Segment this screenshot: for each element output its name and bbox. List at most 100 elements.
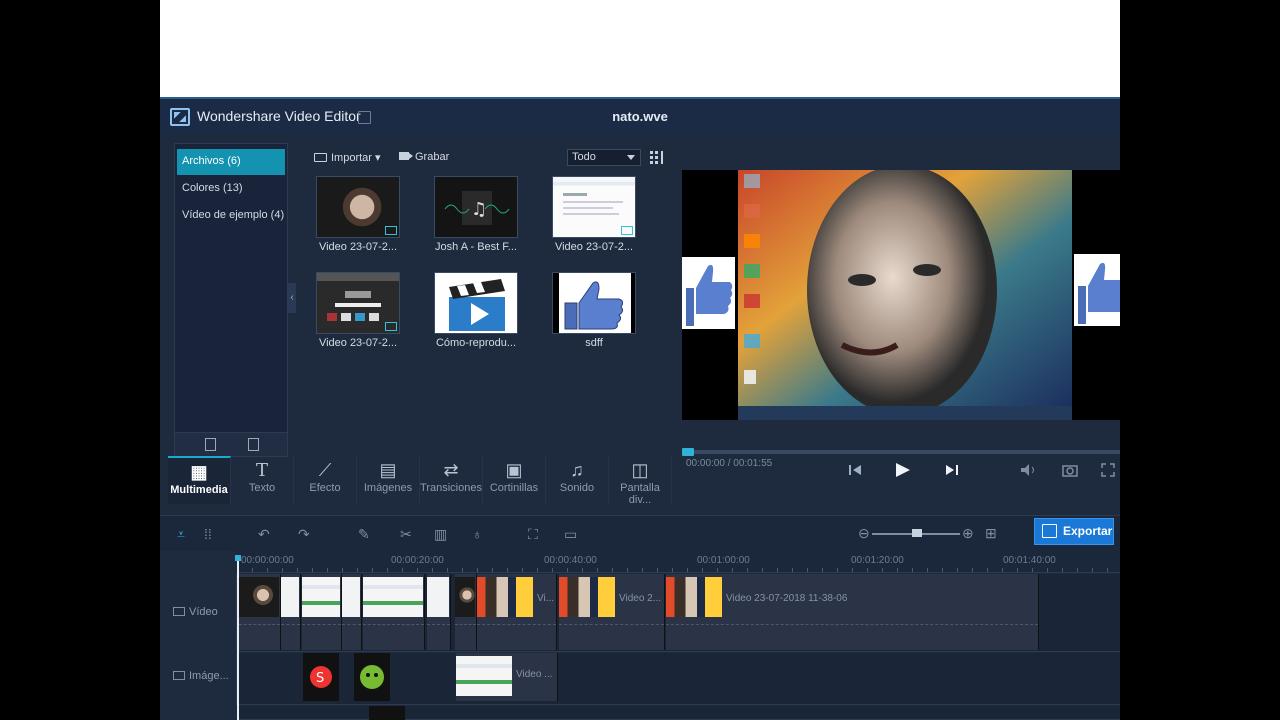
snapshot-camera-icon[interactable]: [1062, 463, 1078, 477]
export-icon: [1042, 524, 1057, 538]
video-track-header: Vídeo: [160, 574, 237, 652]
tab-label: Pantalla div...: [620, 482, 660, 506]
media-item[interactable]: ♫ Josh A - Best F...: [434, 176, 518, 253]
tab-sonido[interactable]: ♫ Sonido: [546, 456, 609, 504]
video-badge-icon: [621, 226, 633, 235]
video-editor-window: Wondershare Video Editor nato.wve Archiv…: [160, 97, 1120, 720]
collapse-panel-button[interactable]: ‹: [288, 283, 296, 313]
category-colores[interactable]: Colores (13): [177, 176, 285, 202]
image-track-header: Imáge...: [160, 653, 237, 705]
thumbs-up-icon: [553, 273, 635, 333]
zoom-in-icon[interactable]: ⊕: [962, 525, 974, 542]
video-clip[interactable]: [455, 574, 477, 650]
add-folder-icon[interactable]: [205, 438, 216, 451]
transition-icon: ⇄: [443, 460, 459, 480]
track-label: Vídeo: [189, 606, 218, 618]
play-icon[interactable]: [894, 461, 912, 479]
image-clip[interactable]: Video ...: [456, 653, 558, 701]
category-video-ejemplo[interactable]: Vídeo de ejemplo (4): [177, 203, 285, 229]
media-item[interactable]: Video 23-07-2...: [316, 176, 400, 253]
category-archivos[interactable]: Archivos (6): [177, 149, 285, 175]
volume-icon[interactable]: [1020, 463, 1038, 477]
record-button[interactable]: Grabar: [399, 151, 449, 163]
export-button[interactable]: Exportar: [1034, 518, 1114, 545]
video-track[interactable]: Vi... Video 2... Video 23-07-2018 11-38-…: [237, 574, 1120, 652]
media-thumbnail: [434, 272, 518, 334]
filter-select[interactable]: Todo: [567, 149, 641, 166]
image-clip[interactable]: S: [303, 653, 339, 701]
export-label: Exportar: [1063, 524, 1113, 538]
edit-icon[interactable]: ✎: [358, 526, 370, 543]
media-thumbnail: [316, 176, 400, 238]
playhead[interactable]: [237, 557, 239, 720]
ruler-label: 00:01:00:00: [697, 555, 750, 566]
video-clip[interactable]: [427, 574, 451, 650]
red-logo-icon: S: [310, 666, 332, 688]
import-button[interactable]: Importar ▾: [314, 151, 381, 164]
media-item[interactable]: Video 23-07-2...: [316, 272, 400, 349]
preview-scrubber[interactable]: [682, 448, 1120, 456]
video-clip[interactable]: Vi...: [477, 574, 557, 650]
image-clip[interactable]: [369, 706, 405, 720]
timeline-toolbar: ⩡ ⁞⁞ ↶ ↷ ✎ ✂ ▥ ♁ ⛶ ▭ ⊖ ⊕ ⊞: [160, 515, 1120, 551]
split-screen-icon: ◫: [631, 460, 649, 480]
tab-efecto[interactable]: ⟋ Efecto: [294, 456, 357, 504]
zoom-slider-knob[interactable]: [912, 529, 922, 537]
media-thumbnail: [552, 272, 636, 334]
video-clip[interactable]: Video 2...: [559, 574, 665, 650]
extra-track[interactable]: [237, 706, 1120, 720]
tab-texto[interactable]: T Texto: [231, 456, 294, 504]
video-clip[interactable]: [363, 574, 425, 650]
tab-label: Sonido: [559, 482, 595, 494]
scrubber-knob[interactable]: [682, 448, 694, 456]
image-track[interactable]: S Video ...: [237, 653, 1120, 705]
video-clip[interactable]: [239, 574, 281, 650]
tab-label: Imágenes: [363, 482, 413, 494]
undo-icon[interactable]: ↶: [258, 526, 270, 543]
tab-imagenes[interactable]: ▤ Imágenes: [357, 456, 420, 504]
clip-label: Vi...: [537, 593, 555, 604]
timeline-ruler[interactable]: 00:00:00:00 00:00:20:00 00:00:40:00 00:0…: [237, 551, 1120, 573]
tab-cortinillas[interactable]: ▣ Cortinillas: [483, 456, 546, 504]
clip-label: Video 2...: [619, 593, 662, 604]
image-track-icon: [173, 671, 185, 680]
track-view-icon[interactable]: ⩡: [177, 526, 185, 543]
tab-transiciones[interactable]: ⇄ Transiciones: [420, 456, 483, 504]
video-clip[interactable]: [281, 574, 301, 650]
fullscreen-icon[interactable]: [1101, 463, 1115, 477]
document-title: nato.wve: [612, 109, 668, 124]
media-item[interactable]: sdff: [552, 272, 636, 349]
tab-label: Multimedia: [170, 484, 228, 496]
detach-audio-icon[interactable]: ▭: [564, 526, 577, 543]
media-item[interactable]: Video 23-07-2...: [552, 176, 636, 253]
media-label: Video 23-07-2...: [318, 241, 398, 253]
svg-text:S: S: [316, 671, 324, 686]
image-clip[interactable]: [354, 653, 390, 701]
sort-grid-icon[interactable]: [650, 151, 666, 164]
redo-icon[interactable]: ↷: [298, 526, 310, 543]
cut-icon[interactable]: ✂: [400, 526, 412, 543]
remove-folder-icon[interactable]: [248, 438, 259, 451]
tab-pantalla-dividida[interactable]: ◫ Pantalla div...: [609, 456, 672, 506]
clapperboard-play-icon: [449, 279, 505, 331]
tab-label: Efecto: [309, 482, 341, 494]
media-item[interactable]: Cómo-reprodu...: [434, 272, 518, 349]
storyboard-view-icon[interactable]: ⁞⁞: [204, 526, 212, 542]
video-preview[interactable]: [682, 170, 1120, 420]
chevron-down-icon: [627, 155, 635, 160]
next-frame-icon[interactable]: [944, 463, 960, 477]
playhead-handle[interactable]: [235, 555, 241, 561]
video-clip[interactable]: [302, 574, 342, 650]
clip-label: Video 23-07-2018 11-38-06: [726, 593, 848, 604]
video-clip[interactable]: [342, 574, 362, 650]
microphone-icon[interactable]: ♁: [472, 526, 483, 542]
zoom-out-icon[interactable]: ⊖: [858, 525, 870, 542]
delete-icon[interactable]: ▥: [434, 526, 447, 543]
camera-icon: [399, 152, 413, 160]
category-footer: [175, 432, 287, 456]
video-clip[interactable]: Video 23-07-2018 11-38-06: [666, 574, 1039, 650]
previous-frame-icon[interactable]: [848, 463, 864, 477]
crop-icon[interactable]: ⛶: [528, 526, 538, 543]
fit-timeline-icon[interactable]: ⊞: [985, 525, 997, 542]
tab-multimedia[interactable]: ▦ Multimedia: [168, 456, 231, 504]
